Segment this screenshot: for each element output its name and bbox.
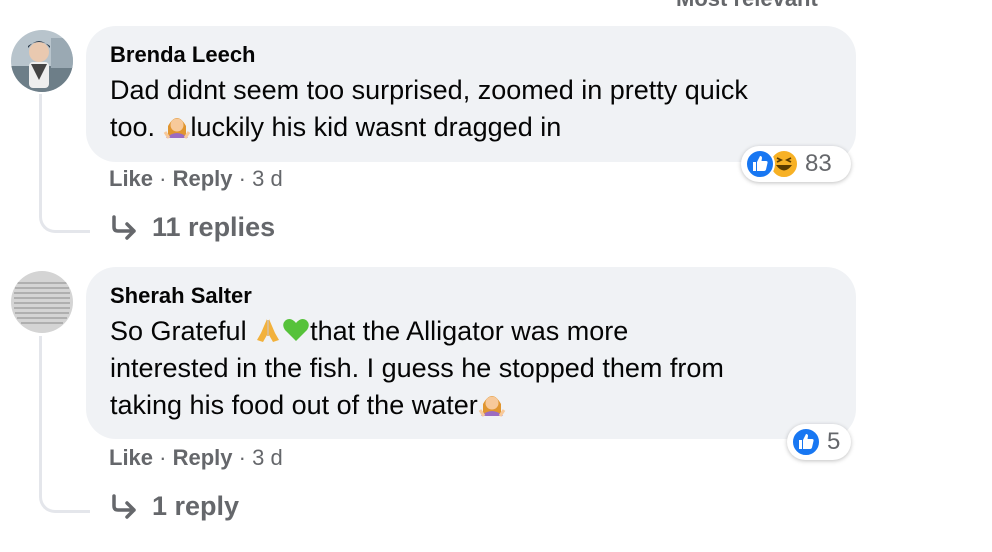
reaction-summary[interactable]: 5 xyxy=(787,424,851,460)
separator: · xyxy=(238,166,246,191)
woman-shrugging-icon xyxy=(163,112,191,140)
folded-hands-icon xyxy=(254,316,282,344)
reply-link[interactable]: Reply xyxy=(173,445,233,470)
comment-text: Dad didnt seem too surprised, zoomed in … xyxy=(110,75,748,142)
avatar[interactable] xyxy=(11,30,73,92)
green-heart-icon xyxy=(282,316,310,344)
thread-connector xyxy=(39,336,90,513)
view-replies-button[interactable]: 11 replies xyxy=(110,212,275,243)
comment-author[interactable]: Brenda Leech xyxy=(110,40,832,70)
sort-dropdown-label[interactable]: Most relevant xyxy=(676,0,818,12)
separator: · xyxy=(238,445,246,470)
timestamp[interactable]: 3 d xyxy=(252,166,283,191)
reply-link[interactable]: Reply xyxy=(173,166,233,191)
comment-author[interactable]: Sherah Salter xyxy=(110,281,832,311)
comment-bubble: Brenda Leech Dad didnt seem too surprise… xyxy=(86,26,856,162)
separator: · xyxy=(159,445,167,470)
like-link[interactable]: Like xyxy=(109,166,153,191)
comment-actions: Like · Reply · 3 d xyxy=(109,166,283,192)
thread-connector xyxy=(39,94,90,233)
reaction-count: 5 xyxy=(827,428,841,455)
like-icon xyxy=(791,427,821,457)
replies-count-label[interactable]: 11 replies xyxy=(152,212,275,243)
timestamp[interactable]: 3 d xyxy=(252,445,283,470)
reply-arrow-icon xyxy=(112,214,136,240)
separator: · xyxy=(159,166,167,191)
like-icon xyxy=(745,149,775,179)
avatar[interactable] xyxy=(11,271,73,333)
comment-text: So Grateful that the Alligator was more … xyxy=(110,316,724,420)
comment-actions: Like · Reply · 3 d xyxy=(109,445,283,471)
reaction-count: 83 xyxy=(805,150,832,177)
view-replies-button[interactable]: 1 reply xyxy=(110,491,239,522)
woman-shrugging-icon xyxy=(478,390,506,418)
replies-count-label[interactable]: 1 reply xyxy=(152,491,239,522)
comment-bubble: Sherah Salter So Grateful that the Allig… xyxy=(86,267,856,439)
reply-arrow-icon xyxy=(112,493,136,519)
like-link[interactable]: Like xyxy=(109,445,153,470)
reaction-summary[interactable]: 83 xyxy=(741,146,851,182)
